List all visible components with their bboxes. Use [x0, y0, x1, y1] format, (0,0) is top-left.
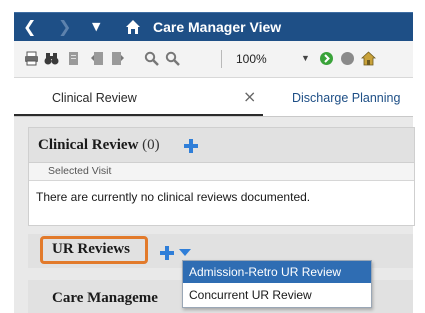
care-manager-window: ❮ ❯ ▼ Care Manager View 100% ▼ Clinical …: [0, 0, 425, 313]
toolbar: 100% ▼: [14, 41, 413, 78]
clinical-review-panel: Clinical Review (0) Selected Visit There…: [28, 127, 415, 226]
page-first-icon[interactable]: [90, 51, 105, 66]
go-green-icon[interactable]: [319, 51, 334, 66]
clinical-review-title: Clinical Review (0): [38, 137, 160, 154]
menu-item-concurrent[interactable]: Concurrent UR Review: [183, 284, 371, 306]
menu-item-admission-retro[interactable]: Admission-Retro UR Review: [183, 261, 371, 283]
add-ur-review-icon[interactable]: [160, 246, 174, 260]
tab-discharge-planning[interactable]: Discharge Planning: [292, 91, 400, 105]
back-arrow-icon[interactable]: ❮: [23, 13, 36, 41]
tab-strip: Clinical Review × Discharge Planning: [14, 78, 413, 117]
ur-review-dropdown-icon[interactable]: [179, 249, 191, 256]
selected-visit-label: Selected Visit: [48, 165, 112, 177]
zoom-in-icon[interactable]: [165, 51, 180, 66]
home-icon[interactable]: [125, 13, 141, 41]
binoculars-icon[interactable]: [44, 51, 59, 66]
title-bar: ❮ ❯ ▼ Care Manager View: [14, 12, 413, 41]
ur-reviews-title: UR Reviews: [52, 241, 130, 257]
ur-review-menu: Admission-Retro UR Review Concurrent UR …: [182, 260, 372, 308]
tab-clinical-review[interactable]: Clinical Review: [52, 91, 137, 105]
forward-arrow-icon[interactable]: ❯: [58, 13, 71, 41]
no-reviews-message: There are currently no clinical reviews …: [36, 190, 311, 204]
clinical-review-header: Clinical Review (0): [29, 128, 414, 163]
clinical-review-title-text: Clinical Review: [38, 137, 139, 153]
dropdown-caret-icon[interactable]: ▼: [92, 13, 100, 41]
add-clinical-review-icon[interactable]: [184, 139, 198, 153]
stop-grey-icon[interactable]: [340, 51, 355, 66]
toolbar-separator: [221, 50, 222, 68]
print-icon[interactable]: [24, 51, 39, 66]
window-title: Care Manager View: [153, 19, 282, 35]
zoom-out-icon[interactable]: [144, 51, 159, 66]
page-last-icon[interactable]: [110, 51, 125, 66]
page-icon[interactable]: [66, 51, 81, 66]
zoom-dropdown-icon[interactable]: ▼: [301, 53, 310, 63]
close-icon[interactable]: ×: [243, 87, 256, 106]
clinical-review-count: (0): [142, 137, 160, 153]
selected-visit-row: Selected Visit: [29, 163, 414, 181]
zoom-level[interactable]: 100%: [236, 52, 267, 66]
active-tab-indicator: [14, 114, 263, 116]
home-refresh-icon[interactable]: [361, 51, 376, 66]
care-management-title: Care Manageme: [52, 290, 158, 306]
